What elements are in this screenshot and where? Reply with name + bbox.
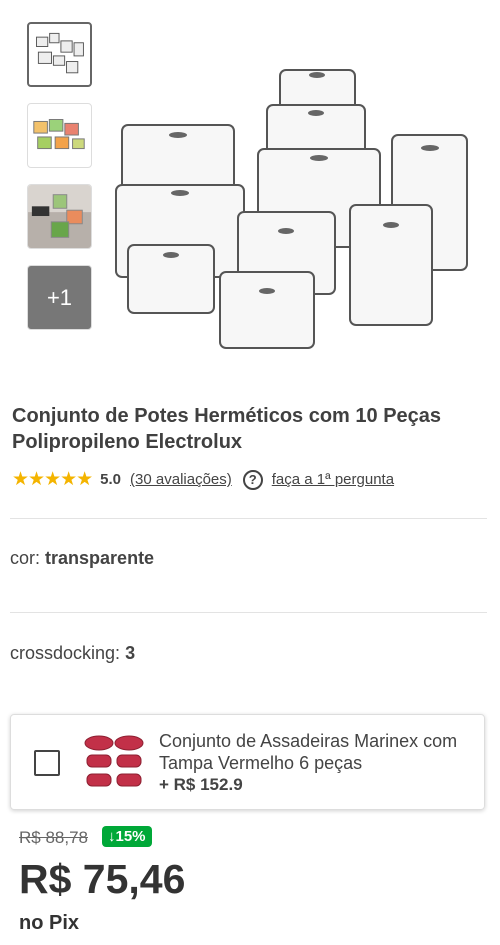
bundle-offer-card[interactable]: Conjunto de Assadeiras Marinex com Tampa…	[10, 714, 485, 810]
kitchen-thumbnail-image	[28, 185, 91, 248]
colored-food-thumbnail-image	[33, 119, 85, 150]
containers-thumbnail-image	[36, 32, 84, 74]
payment-method: no Pix	[19, 912, 80, 934]
bundle-price: + R$ 152.9	[159, 775, 243, 794]
rating-score: 5.0	[100, 471, 122, 488]
bundle-product-name: Conjunto de Assadeiras Marinex com Tampa…	[159, 731, 458, 773]
thumbnail-more[interactable]: +1	[27, 265, 92, 330]
color-value: transparente	[45, 548, 155, 568]
product-main-image[interactable]	[110, 55, 480, 365]
divider	[10, 612, 487, 613]
image-thumbnails: +1	[27, 22, 94, 346]
product-title: Conjunto de Potes Herméticos com 10 Peça…	[12, 405, 442, 453]
crossdocking-value: 3	[125, 643, 136, 663]
reviews-link[interactable]: (30 avaliações)	[130, 471, 232, 488]
thumbnail-3[interactable]	[27, 184, 92, 249]
thumbnail-1[interactable]	[27, 22, 92, 87]
crossdocking-attribute: crossdocking: 3	[10, 643, 135, 664]
divider	[10, 518, 487, 519]
star-rating-icon: ★★★★★	[12, 469, 93, 490]
bundle-checkbox[interactable]	[34, 750, 60, 776]
discount-badge: ↓15%	[102, 826, 152, 847]
rating-row: ★★★★★ 5.0 (30 avaliações) ? faça a 1ª pe…	[12, 468, 394, 491]
color-attribute[interactable]: cor: transparente	[10, 548, 154, 569]
baking-dishes-image	[84, 735, 144, 787]
more-images-label: +1	[46, 284, 73, 310]
current-price: R$ 75,46	[19, 856, 186, 902]
ask-question-link[interactable]: faça a 1ª pergunta	[272, 471, 394, 488]
question-icon: ?	[242, 469, 263, 490]
original-price: R$ 88,78	[19, 828, 88, 847]
crossdocking-label: crossdocking:	[10, 643, 121, 663]
color-label: cor:	[10, 548, 41, 568]
thumbnail-2[interactable]	[27, 103, 92, 168]
